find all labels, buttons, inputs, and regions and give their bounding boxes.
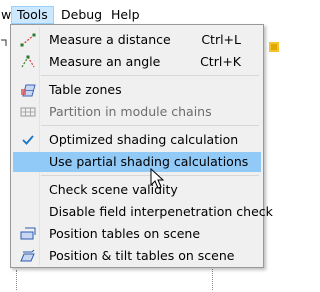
menu-item-measure-distance[interactable]: Measure a distance Ctrl+L xyxy=(13,30,261,50)
menu-item-measure-angle[interactable]: Measure an angle Ctrl+K xyxy=(13,52,261,72)
menu-item-table-zones[interactable]: Table zones xyxy=(13,80,261,100)
menu-item-partition-module-chains[interactable]: Partition in module chains xyxy=(13,102,261,122)
menu-item-label: Position & tilt tables on scene xyxy=(49,248,235,263)
position-tables-icon xyxy=(20,227,36,240)
menu-item-label: Measure a distance xyxy=(49,32,171,47)
position-tilt-icon xyxy=(20,249,35,262)
toolbar-fragment-icon xyxy=(1,39,7,46)
module-chains-icon xyxy=(20,107,36,117)
measure-distance-icon xyxy=(20,33,36,47)
menu-item-shortcut: Ctrl+L xyxy=(201,32,241,47)
tree-guide-line xyxy=(16,270,18,290)
menu-item-optimized-shading[interactable]: Optimized shading calculation xyxy=(13,130,261,150)
table-zones-icon xyxy=(21,84,36,97)
menu-item-check-scene-validity[interactable]: Check scene validity xyxy=(13,180,261,200)
menu-tools[interactable]: Tools xyxy=(11,6,54,24)
menu-item-position-tilt-tables[interactable]: Position & tilt tables on scene xyxy=(13,246,261,266)
menu-item-label: Table zones xyxy=(49,82,122,97)
menu-item-disable-interpenetration[interactable]: Disable field interpenetration check xyxy=(13,202,273,222)
menu-bar: w Tools Debug Help xyxy=(0,0,280,26)
menu-item-label: Measure an angle xyxy=(49,54,161,69)
menu-item-label: Use partial shading calculations xyxy=(49,154,249,169)
measure-angle-icon xyxy=(21,55,35,68)
menu-item-label: Partition in module chains xyxy=(49,104,212,119)
menu-debug[interactable]: Debug xyxy=(56,6,107,24)
mouse-cursor-icon xyxy=(150,168,165,189)
check-icon xyxy=(22,135,34,145)
toolbar-star-icon xyxy=(269,42,279,52)
menu-separator xyxy=(41,125,259,126)
menu-item-label: Disable field interpenetration check xyxy=(49,204,273,219)
menu-item-shortcut: Ctrl+K xyxy=(200,54,241,69)
menu-item-label: Position tables on scene xyxy=(49,226,201,241)
menu-item-label: Optimized shading calculation xyxy=(49,132,239,147)
tools-dropdown-menu: Measure a distance Ctrl+L Measure an ang… xyxy=(10,24,273,268)
menu-item-partial-shading[interactable]: Use partial shading calculations xyxy=(13,152,261,172)
menu-item-position-tables[interactable]: Position tables on scene xyxy=(13,224,261,244)
menu-help[interactable]: Help xyxy=(106,6,145,24)
menu-separator xyxy=(41,75,259,76)
